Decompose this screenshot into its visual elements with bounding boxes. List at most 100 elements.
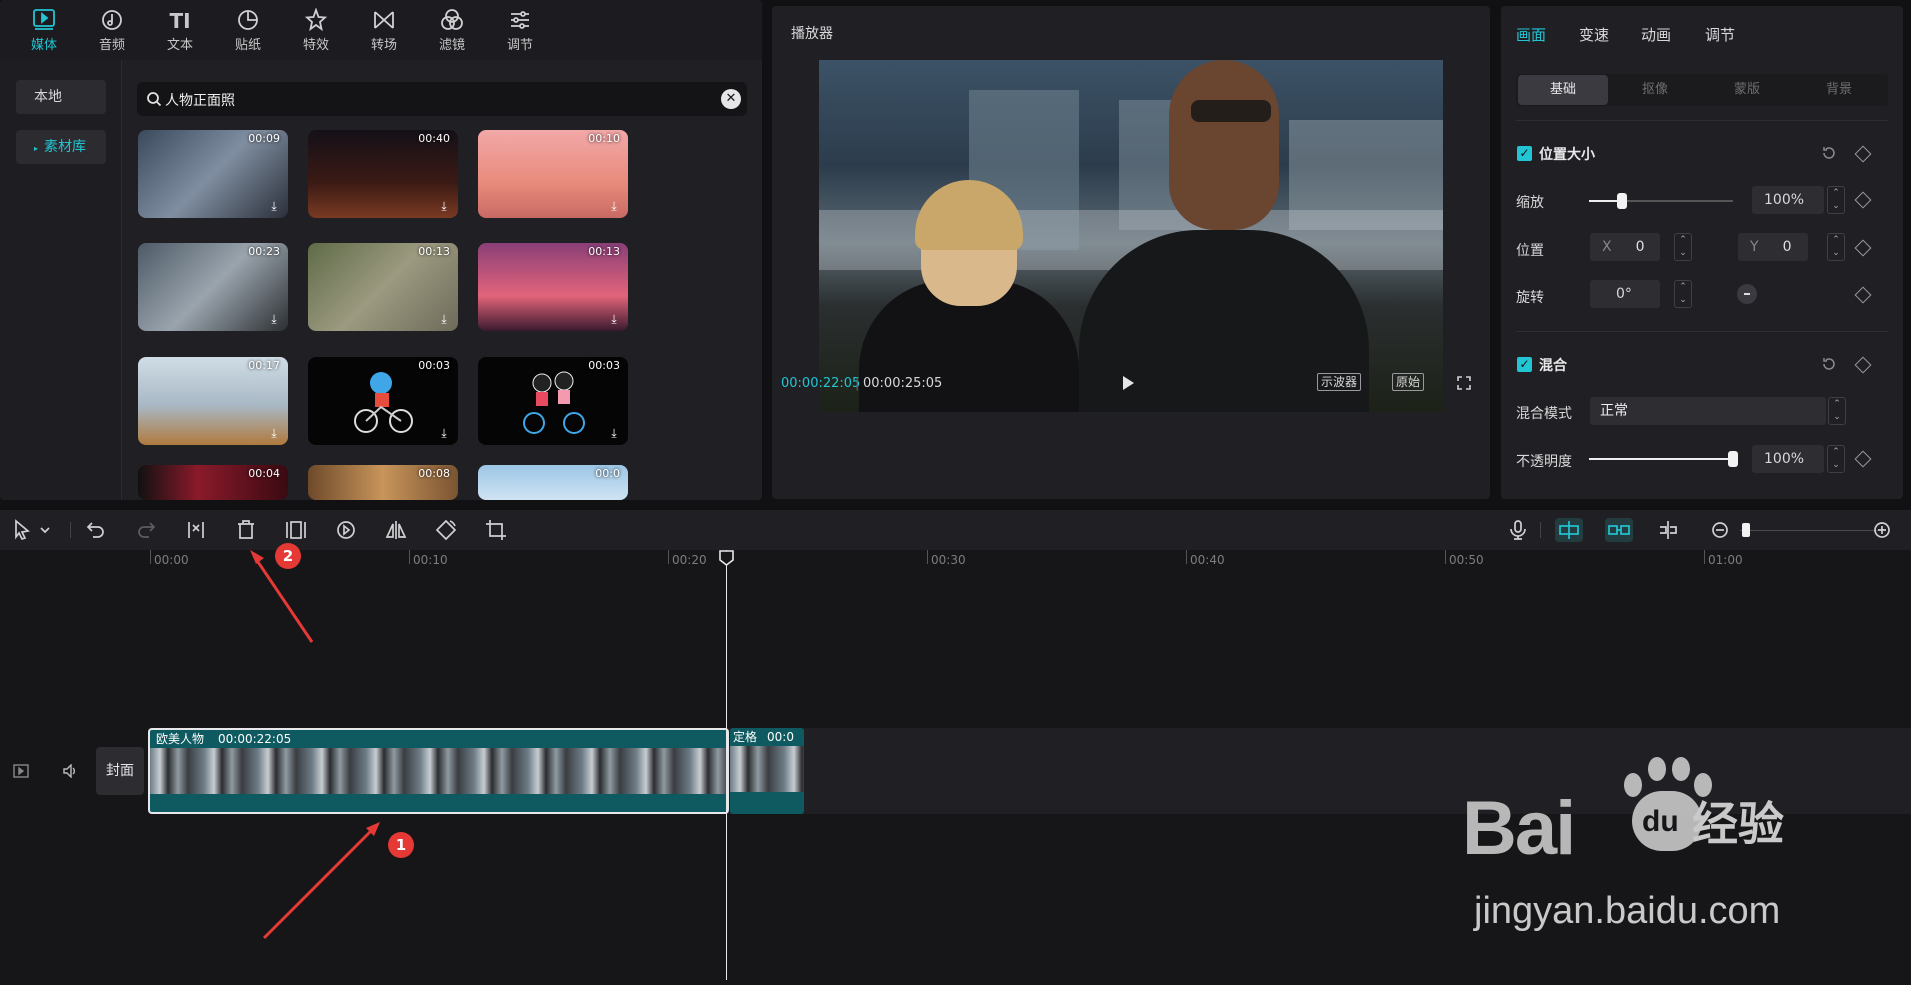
watermark-brand: Bai <box>1462 786 1576 871</box>
ratio-button[interactable]: 原始 <box>1392 373 1425 391</box>
thumbnail-1[interactable]: 00:09 ⤓ <box>138 130 288 218</box>
x-field[interactable]: X0 <box>1590 233 1660 261</box>
undo-icon[interactable] <box>84 518 108 542</box>
prop-tab-animation[interactable]: 动画 <box>1641 24 1671 45</box>
zoom-slider[interactable] <box>1740 530 1880 531</box>
select-tool-icon[interactable] <box>10 518 34 542</box>
scale-field[interactable]: 100% <box>1752 186 1824 214</box>
track-video-icon[interactable] <box>13 764 29 778</box>
rotate-stepper[interactable]: ⌃ ⌄ <box>1674 280 1692 308</box>
download-icon[interactable]: ⤓ <box>266 198 282 214</box>
mirror-icon[interactable] <box>384 518 408 542</box>
reverse-icon[interactable] <box>334 518 358 542</box>
redo-icon[interactable] <box>134 518 158 542</box>
tab-transition[interactable]: 转场 <box>354 8 414 53</box>
thumbnail-9[interactable]: 00:03 ⤓ <box>478 357 628 445</box>
thumbnail-3[interactable]: 00:10 ⤓ <box>478 130 628 218</box>
position-checkbox[interactable]: ✓ <box>1517 146 1532 161</box>
reset-icon[interactable] <box>1821 145 1837 161</box>
scale-knob[interactable] <box>1617 193 1628 209</box>
thumbnail-12[interactable]: 00:0 <box>478 465 628 500</box>
select-dropdown-icon[interactable] <box>38 518 52 542</box>
link-toggle-icon[interactable] <box>1605 518 1633 542</box>
download-icon[interactable]: ⤓ <box>436 198 452 214</box>
thumbnail-10[interactable]: 00:04 <box>138 465 288 500</box>
download-icon[interactable]: ⤓ <box>436 425 452 441</box>
thumbnail-7[interactable]: 00:17 ⤓ <box>138 357 288 445</box>
keyframe-icon[interactable] <box>1854 191 1872 209</box>
thumbnail-4[interactable]: 00:23 ⤓ <box>138 243 288 331</box>
keyframe-icon[interactable] <box>1854 239 1872 257</box>
preview-axis-icon[interactable] <box>1656 518 1680 542</box>
delete-icon[interactable] <box>234 518 258 542</box>
download-icon[interactable]: ⤓ <box>606 311 622 327</box>
microphone-icon[interactable] <box>1506 518 1530 542</box>
track-audio-icon[interactable] <box>62 764 78 778</box>
segment-background[interactable]: 背景 <box>1794 75 1884 105</box>
playhead[interactable] <box>726 550 727 980</box>
nav-local[interactable]: 本地 <box>16 80 106 114</box>
thumbnail-5[interactable]: 00:13 ⤓ <box>308 243 458 331</box>
zoom-out-icon[interactable] <box>1708 518 1732 542</box>
scope-button[interactable]: 示波器 <box>1317 373 1362 391</box>
tab-effects[interactable]: 特效 <box>286 7 346 53</box>
segment-basic[interactable]: 基础 <box>1518 75 1608 105</box>
nav-library[interactable]: ▸ 素材库 <box>16 130 106 164</box>
prop-tab-adjust[interactable]: 调节 <box>1705 24 1735 45</box>
thumbnail-6[interactable]: 00:13 ⤓ <box>478 243 628 331</box>
scale-slider[interactable] <box>1589 193 1733 209</box>
download-icon[interactable]: ⤓ <box>606 425 622 441</box>
blend-mode-stepper[interactable]: ⌃ ⌄ <box>1828 397 1846 425</box>
reset-icon[interactable] <box>1821 356 1837 372</box>
opacity-field[interactable]: 100% <box>1752 445 1824 473</box>
cover-button[interactable]: 封面 <box>96 747 144 795</box>
download-icon[interactable]: ⤓ <box>266 425 282 441</box>
download-icon[interactable]: ⤓ <box>436 311 452 327</box>
zoom-knob[interactable] <box>1742 523 1750 537</box>
tab-sticker[interactable]: 贴纸 <box>218 8 278 53</box>
rotate-dial-icon[interactable] <box>1737 284 1757 304</box>
opacity-knob[interactable] <box>1728 451 1738 467</box>
rotate-icon[interactable] <box>434 518 458 542</box>
segment-matting[interactable]: 抠像 <box>1610 75 1700 105</box>
download-icon[interactable]: ⤓ <box>606 198 622 214</box>
x-stepper[interactable]: ⌃ ⌄ <box>1674 233 1692 261</box>
clear-search-icon[interactable]: ✕ <box>721 89 741 109</box>
keyframe-icon[interactable] <box>1854 356 1872 374</box>
prop-tab-speed[interactable]: 变速 <box>1579 24 1609 45</box>
tab-adjust[interactable]: 调节 <box>490 8 550 53</box>
thumbnail-8[interactable]: 00:03 ⤓ <box>308 357 458 445</box>
play-icon[interactable] <box>1121 375 1135 391</box>
crop-icon[interactable] <box>484 518 508 542</box>
download-icon[interactable]: ⤓ <box>266 311 282 327</box>
video-clip[interactable]: 欧美人物 00:00:22:05 <box>148 728 729 814</box>
playhead-handle-icon[interactable] <box>719 550 734 566</box>
keyframe-icon[interactable] <box>1854 286 1872 304</box>
tab-filter[interactable]: 滤镜 <box>422 8 482 53</box>
search-input[interactable]: 人物正面照 <box>165 90 235 110</box>
segment-mask[interactable]: 蒙版 <box>1702 75 1792 105</box>
rotate-field[interactable]: 0° <box>1590 280 1660 308</box>
tab-text[interactable]: TI 文本 <box>150 8 210 53</box>
fullscreen-icon[interactable] <box>1456 375 1472 391</box>
keyframe-icon[interactable] <box>1854 450 1872 468</box>
split-icon[interactable] <box>184 518 208 542</box>
blend-mode-select[interactable]: 正常 <box>1590 397 1826 425</box>
snap-toggle-icon[interactable] <box>1555 518 1583 542</box>
search-bar[interactable]: 人物正面照 ✕ <box>137 82 747 116</box>
y-stepper[interactable]: ⌃ ⌄ <box>1827 233 1845 261</box>
thumbnail-2[interactable]: 00:40 ⤓ <box>308 130 458 218</box>
thumbnail-11[interactable]: 00:08 <box>308 465 458 500</box>
blend-checkbox[interactable]: ✓ <box>1517 357 1532 372</box>
opacity-slider[interactable] <box>1589 451 1738 467</box>
freeze-icon[interactable] <box>284 518 308 542</box>
freeze-clip[interactable]: 定格 00:0 <box>730 728 804 814</box>
zoom-in-icon[interactable] <box>1870 518 1894 542</box>
keyframe-icon[interactable] <box>1854 145 1872 163</box>
y-field[interactable]: Y0 <box>1738 233 1808 261</box>
tab-audio[interactable]: 音频 <box>82 8 142 53</box>
tab-media[interactable]: 媒体 <box>14 8 74 53</box>
scale-stepper[interactable]: ⌃ ⌄ <box>1827 186 1845 214</box>
prop-tab-canvas[interactable]: 画面 <box>1516 24 1546 45</box>
opacity-stepper[interactable]: ⌃ ⌄ <box>1827 445 1845 473</box>
